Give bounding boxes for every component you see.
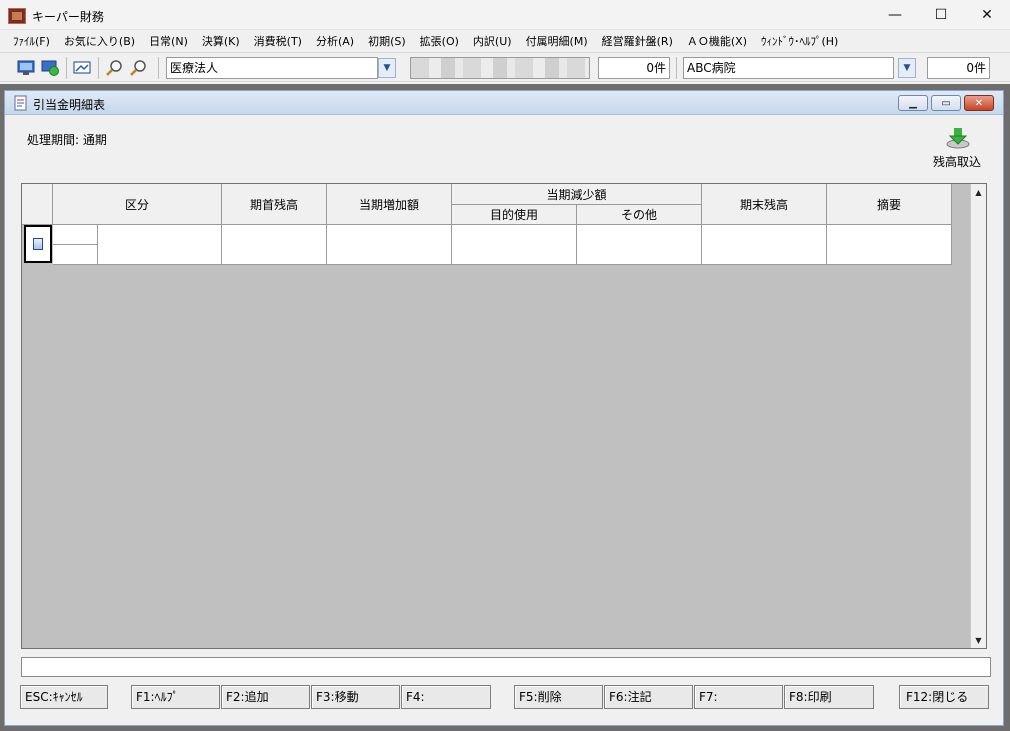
message-field [21,657,991,677]
header-remarks: 摘要 [827,184,952,225]
esc-cancel-button[interactable]: ESC:ｷｬﾝｾﾙ [20,685,108,709]
menu-daily[interactable]: 日常(N) [142,33,195,49]
menu-window-help[interactable]: ｳｨﾝﾄﾞｳ･ﾍﾙﾌﾟ(H) [754,33,845,49]
menu-consumption-tax[interactable]: 消費税(T) [247,33,309,49]
download-icon [945,127,971,149]
decrease-other-cell[interactable] [577,225,702,265]
record-icon [33,238,43,250]
monitor-refresh-icon[interactable] [40,58,60,78]
f1-help-button[interactable]: F1:ﾍﾙﾌﾟ [131,685,220,709]
subwindow-restore-button[interactable]: ▭ [931,95,961,111]
hospital-dropdown-icon[interactable]: ▼ [898,58,916,78]
allowance-details-window: 引当金明細表 ▁ ▭ ✕ 処理期間: 通期 残高取込 区分 期首残高 当期増加額… [4,90,1004,726]
monitor-icon[interactable] [16,58,36,78]
decrease-purpose-cell[interactable] [452,225,577,265]
increase-cell[interactable] [327,225,452,265]
scroll-up-icon[interactable]: ▲ [971,184,986,200]
app-icon [8,8,26,24]
opening-balance-cell[interactable] [222,225,327,265]
document-icon [13,95,29,111]
scroll-down-icon[interactable]: ▼ [971,632,986,648]
subwindow-title-bar: 引当金明細表 ▁ ▭ ✕ [5,91,1003,115]
category-name-cell[interactable] [98,225,222,265]
subwindow-close-button[interactable]: ✕ [964,95,994,111]
minimize-button[interactable]: — [872,0,918,30]
header-opening-balance: 期首残高 [222,184,327,225]
header-increase: 当期増加額 [327,184,452,225]
menu-compass[interactable]: 経営羅針盤(R) [595,33,680,49]
import-balance-button[interactable]: 残高取込 [927,125,987,171]
menu-file[interactable]: ﾌｧｲﾙ(F) [6,33,57,49]
toolbar-separator [676,57,677,79]
menu-breakdown[interactable]: 内訳(U) [466,33,519,49]
zoom-in-icon[interactable] [104,58,124,78]
f12-close-button[interactable]: F12:閉じる [899,685,989,709]
title-bar: キーパー財務 — ☐ ✕ [0,0,1010,30]
header-decrease-other: その他 [577,205,702,225]
row-selector[interactable] [24,225,52,263]
menu-extension[interactable]: 拡張(O) [413,33,466,49]
import-balance-label: 残高取込 [932,155,981,169]
subwindow-title: 引当金明細表 [33,98,106,112]
f7-button[interactable]: F7: [694,685,783,709]
screen-icon[interactable] [72,58,92,78]
header-closing-balance: 期末残高 [702,184,827,225]
toolbar-separator [158,57,159,79]
entity-type-dropdown-icon[interactable]: ▼ [378,58,396,78]
toolbar-separator [98,57,99,79]
close-button[interactable]: ✕ [964,0,1010,30]
organization-field[interactable] [410,57,590,79]
hospital-select[interactable]: ABC病院 [683,57,894,79]
toolbar-separator [66,57,67,79]
menu-initial[interactable]: 初期(S) [361,33,413,49]
window-title: キーパー財務 [32,10,104,24]
f4-button[interactable]: F4: [401,685,491,709]
header-category: 区分 [53,184,222,225]
f8-print-button[interactable]: F8:印刷 [784,685,874,709]
f5-delete-button[interactable]: F5:削除 [514,685,603,709]
toolbar: 医療法人 ▼ 0件 ABC病院 ▼ 0件 [0,52,1010,82]
f2-add-button[interactable]: F2:追加 [221,685,310,709]
header-decrease-purpose: 目的使用 [452,205,577,225]
vertical-scrollbar[interactable]: ▲ ▼ [970,184,986,648]
menu-ao-functions[interactable]: ＡＯ機能(X) [680,33,754,49]
allowance-table: 区分 期首残高 当期増加額 当期減少額 目的使用 その他 期末残高 摘要 ▲ ▼ [21,183,987,649]
category-subcode-cell[interactable] [53,245,98,265]
header-decrease-group: 当期減少額 [452,184,702,205]
zoom-out-icon[interactable] [128,58,148,78]
entity-type-select[interactable]: 医療法人 [166,57,378,79]
remarks-cell[interactable] [827,225,952,265]
menu-bar: ﾌｧｲﾙ(F) お気に入り(B) 日常(N) 決算(K) 消費税(T) 分析(A… [0,30,1010,52]
category-code-cell[interactable] [53,225,98,245]
closing-balance-cell[interactable] [702,225,827,265]
count-field-1: 0件 [598,57,670,79]
f6-note-button[interactable]: F6:注記 [604,685,693,709]
count-field-2: 0件 [927,57,990,79]
menu-attached-details[interactable]: 付属明細(M) [519,33,595,49]
menu-settlement[interactable]: 決算(K) [195,33,247,49]
row-header-corner [22,184,53,225]
menu-favorites[interactable]: お気に入り(B) [57,33,142,49]
f3-move-button[interactable]: F3:移動 [311,685,400,709]
processing-period-label: 処理期間: 通期 [27,133,107,147]
maximize-button[interactable]: ☐ [918,0,964,30]
menu-analysis[interactable]: 分析(A) [309,33,361,49]
subwindow-minimize-button[interactable]: ▁ [898,95,928,111]
